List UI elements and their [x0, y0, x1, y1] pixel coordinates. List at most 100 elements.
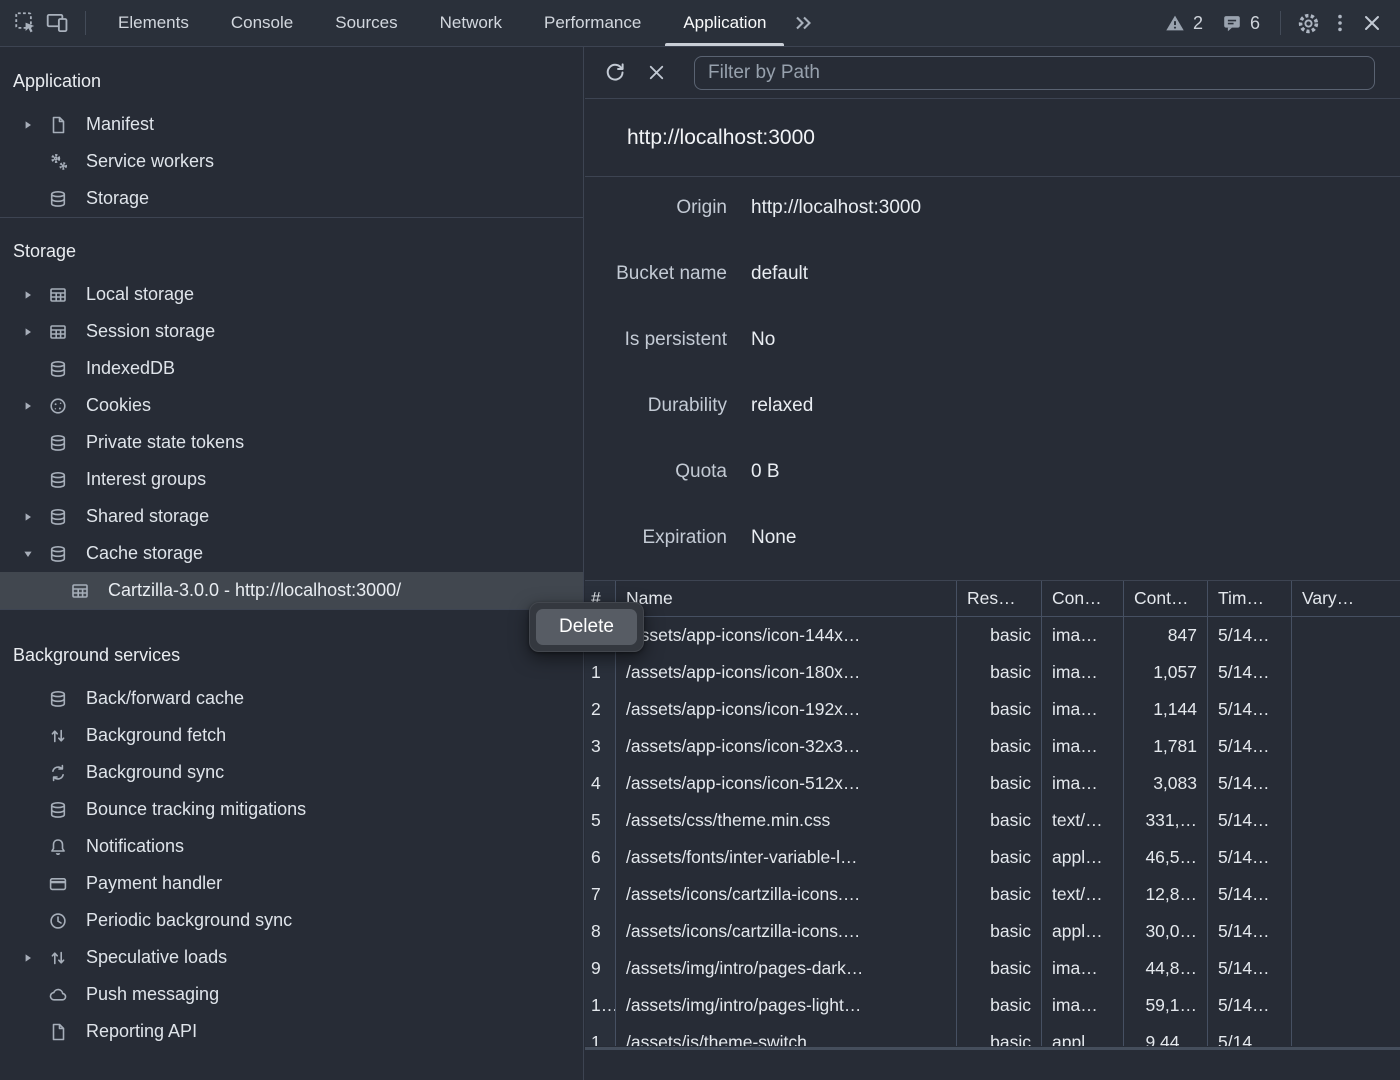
cell[interactable]: 6 [585, 839, 616, 876]
cell[interactable] [1292, 987, 1400, 1024]
cell-name[interactable]: /assets/app-icons/icon-144x… [616, 617, 957, 654]
tab-elements[interactable]: Elements [97, 0, 210, 46]
refresh-icon[interactable] [598, 57, 630, 89]
cell[interactable]: 5/14… [1208, 617, 1292, 654]
table-row[interactable]: 2/assets/app-icons/icon-192x…basicima…1,… [585, 691, 1400, 728]
sidebar-item-notifications[interactable]: Notifications [0, 828, 583, 865]
cell[interactable]: basic [957, 691, 1042, 728]
table-row[interactable]: 1/assets/app-icons/icon-180x…basicima…1,… [585, 654, 1400, 691]
expander-collapsed-icon[interactable] [22, 285, 48, 305]
cell[interactable]: 5/14… [1208, 913, 1292, 950]
cell[interactable]: basic [957, 1024, 1042, 1046]
sidebar-item-cookies[interactable]: Cookies [0, 387, 583, 424]
cell[interactable]: 1,057 [1124, 654, 1208, 691]
cell[interactable]: 46,5… [1124, 839, 1208, 876]
cell-name[interactable]: /assets/icons/cartzilla-icons.… [616, 913, 957, 950]
tab-console[interactable]: Console [210, 0, 314, 46]
warnings-badge[interactable]: 2 [1155, 12, 1212, 34]
cell-name[interactable]: /assets/app-icons/icon-512x… [616, 765, 957, 802]
cell-name[interactable]: /assets/css/theme.min.css [616, 802, 957, 839]
cell[interactable]: 1… [585, 987, 616, 1024]
kebab-menu-icon[interactable] [1324, 7, 1356, 39]
expander-collapsed-icon[interactable] [22, 115, 48, 135]
cell[interactable]: basic [957, 654, 1042, 691]
console-messages-badge[interactable]: 6 [1212, 12, 1269, 34]
cell[interactable]: 847 [1124, 617, 1208, 654]
cell[interactable]: 4 [585, 765, 616, 802]
sidebar-item-background-fetch[interactable]: Background fetch [0, 717, 583, 754]
column-header-res[interactable]: Res… [957, 581, 1042, 616]
cell[interactable]: 5/14… [1208, 728, 1292, 765]
cell[interactable]: 12,8… [1124, 876, 1208, 913]
filter-by-path-input[interactable] [694, 56, 1375, 90]
device-toolbar-icon[interactable] [42, 7, 74, 39]
cell[interactable]: 1 [585, 654, 616, 691]
expander-collapsed-icon[interactable] [22, 948, 48, 968]
clear-icon[interactable] [640, 57, 672, 89]
cell[interactable]: appl… [1042, 1024, 1124, 1046]
cell[interactable]: 1,144 [1124, 691, 1208, 728]
cell[interactable]: 3 [585, 728, 616, 765]
cell[interactable] [1292, 765, 1400, 802]
cell[interactable]: 1,781 [1124, 728, 1208, 765]
cell-name[interactable]: /assets/img/intro/pages-dark… [616, 950, 957, 987]
cell[interactable]: basic [957, 802, 1042, 839]
sidebar-item-cartzilla-3-0-0-http-localhost-3000[interactable]: Cartzilla-3.0.0 - http://localhost:3000/ [0, 572, 583, 609]
table-row[interactable]: 4/assets/app-icons/icon-512x…basicima…3,… [585, 765, 1400, 802]
table-row[interactable]: 3/assets/app-icons/icon-32x3…basicima…1,… [585, 728, 1400, 765]
tab-performance[interactable]: Performance [523, 0, 662, 46]
cell[interactable]: 1… [585, 1024, 616, 1046]
cell[interactable]: basic [957, 987, 1042, 1024]
preview-splitter[interactable] [585, 1047, 1400, 1050]
cell[interactable]: ima… [1042, 654, 1124, 691]
cell-name[interactable]: /assets/app-icons/icon-192x… [616, 691, 957, 728]
cell[interactable]: 2 [585, 691, 616, 728]
tab-sources[interactable]: Sources [314, 0, 418, 46]
cell[interactable]: ima… [1042, 950, 1124, 987]
table-row[interactable]: 6/assets/fonts/inter-variable-l…basicapp… [585, 839, 1400, 876]
cell[interactable] [1292, 654, 1400, 691]
cell[interactable]: basic [957, 950, 1042, 987]
cell[interactable]: 5/14… [1208, 765, 1292, 802]
cell[interactable]: 5/14… [1208, 1024, 1292, 1046]
sidebar-item-session-storage[interactable]: Session storage [0, 313, 583, 350]
sidebar-item-local-storage[interactable]: Local storage [0, 276, 583, 313]
sidebar-item-back-forward-cache[interactable]: Back/forward cache [0, 680, 583, 717]
cell[interactable]: 5/14… [1208, 802, 1292, 839]
cell[interactable]: 5/14… [1208, 654, 1292, 691]
cell[interactable]: 5/14… [1208, 987, 1292, 1024]
cell[interactable]: basic [957, 617, 1042, 654]
column-header-cont[interactable]: Cont… [1124, 581, 1208, 616]
cell[interactable]: 3,083 [1124, 765, 1208, 802]
tab-network[interactable]: Network [419, 0, 523, 46]
cell[interactable]: ima… [1042, 765, 1124, 802]
cell[interactable]: 331,… [1124, 802, 1208, 839]
table-row[interactable]: 1…/assets/img/intro/pages-light…basicima… [585, 987, 1400, 1024]
cell[interactable] [1292, 691, 1400, 728]
sidebar-item-payment-handler[interactable]: Payment handler [0, 865, 583, 902]
sidebar-item-periodic-background-sync[interactable]: Periodic background sync [0, 902, 583, 939]
tab-application[interactable]: Application [662, 0, 787, 46]
cell[interactable]: 30,0… [1124, 913, 1208, 950]
sidebar-item-private-state-tokens[interactable]: Private state tokens [0, 424, 583, 461]
sidebar-item-shared-storage[interactable]: Shared storage [0, 498, 583, 535]
cell[interactable] [1292, 1024, 1400, 1046]
sidebar-item-storage[interactable]: Storage [0, 180, 583, 217]
inspect-element-icon[interactable] [10, 7, 42, 39]
cell-name[interactable]: /assets/img/intro/pages-light… [616, 987, 957, 1024]
settings-gear-icon[interactable] [1292, 7, 1324, 39]
cell[interactable] [1292, 950, 1400, 987]
cell[interactable]: 9,44… [1124, 1024, 1208, 1046]
cell[interactable]: 59,1… [1124, 987, 1208, 1024]
cell[interactable]: basic [957, 876, 1042, 913]
table-row[interactable]: 1…/assets/js/theme-switch…basicappl…9,44… [585, 1024, 1400, 1046]
expander-collapsed-icon[interactable] [22, 507, 48, 527]
cell-name[interactable]: /assets/icons/cartzilla-icons.… [616, 876, 957, 913]
cell[interactable] [1292, 913, 1400, 950]
sidebar-item-interest-groups[interactable]: Interest groups [0, 461, 583, 498]
cell[interactable]: basic [957, 728, 1042, 765]
cell[interactable]: basic [957, 839, 1042, 876]
cell[interactable] [1292, 839, 1400, 876]
cell[interactable] [1292, 617, 1400, 654]
cell[interactable] [1292, 876, 1400, 913]
